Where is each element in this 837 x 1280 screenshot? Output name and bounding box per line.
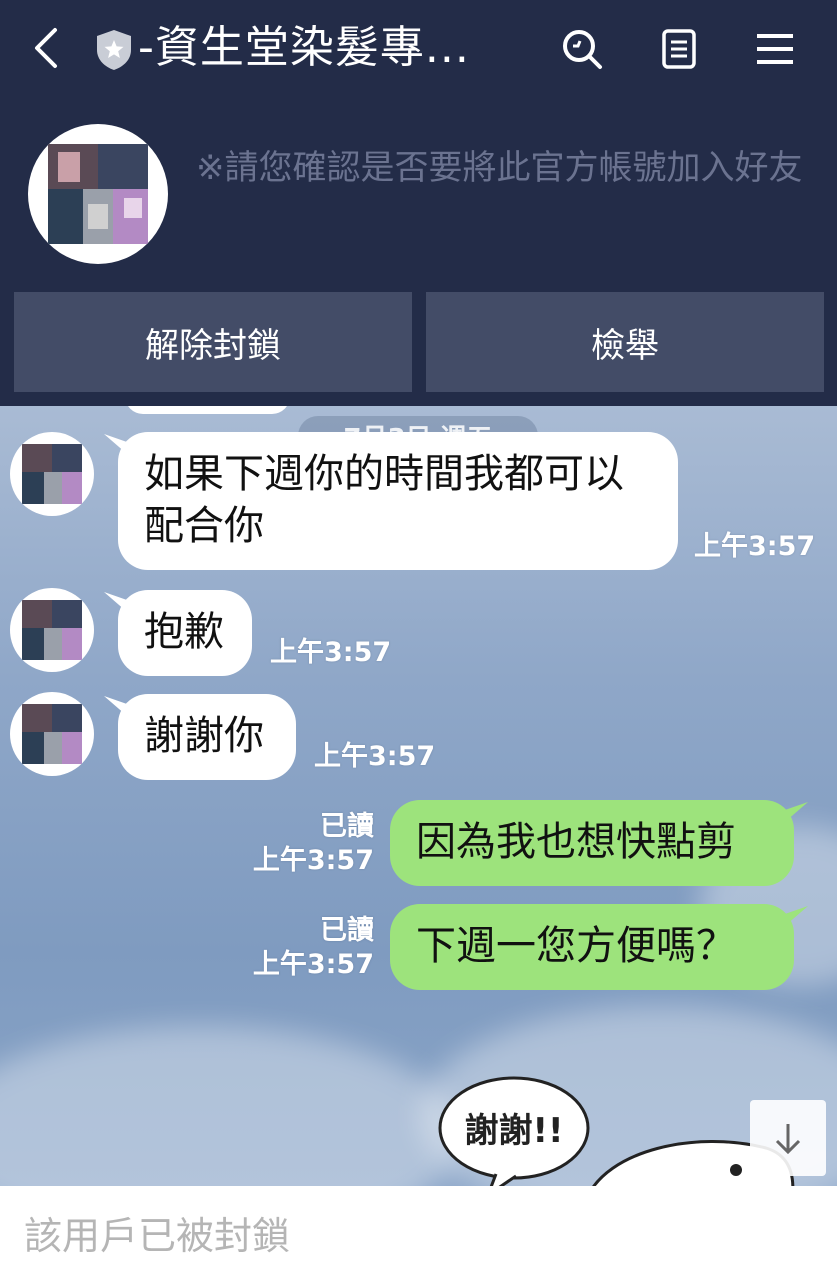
blocked-footer: 該用戶已被封鎖	[0, 1186, 837, 1280]
background-cloud	[0, 1026, 460, 1186]
unblock-button[interactable]: 解除封鎖	[14, 292, 412, 392]
message-text: 下週一您方便嗎？	[416, 923, 736, 969]
sender-avatar[interactable]	[10, 588, 94, 672]
incoming-message[interactable]: 如果下週你的時間我都可以配合你	[118, 432, 678, 570]
sender-avatar[interactable]	[10, 692, 94, 776]
message-time: 上午3:57	[252, 845, 374, 876]
chat-header: -資生堂染髮專... ※請您確認是否要將此官方帳號加入好友 解除封鎖 檢舉	[0, 0, 837, 406]
search-button[interactable]	[555, 22, 609, 76]
message-text: 因為我也想快點剪	[416, 819, 736, 865]
report-button[interactable]: 檢舉	[426, 292, 824, 392]
outgoing-message[interactable]: 下週一您方便嗎？	[390, 904, 794, 990]
back-button[interactable]	[22, 22, 70, 74]
read-receipt: 已讀	[320, 915, 374, 946]
chat-area[interactable]: 7月3日 週五 如果下週你的時間我都可以配合你 上午3:57 抱歉 上午3:57	[0, 406, 837, 1186]
sticker-text: 謝謝!!	[464, 1111, 563, 1151]
blocked-status-text: 該用戶已被封鎖	[24, 1214, 291, 1258]
message-time: 上午3:57	[314, 741, 436, 772]
message-text: 抱歉	[144, 609, 224, 655]
add-friend-notice: ※請您確認是否要將此官方帳號加入好友	[196, 148, 803, 188]
notes-icon	[662, 29, 696, 69]
arrow-down-icon	[775, 1124, 801, 1155]
message-text: 如果下週你的時間我都可以配合你	[144, 451, 624, 549]
menu-button[interactable]	[748, 22, 802, 76]
search-icon	[563, 30, 602, 69]
chevron-left-icon	[35, 28, 57, 68]
incoming-message[interactable]: 抱歉	[118, 590, 252, 676]
outgoing-message[interactable]: 因為我也想快點剪	[390, 800, 794, 886]
thank-you-sticker[interactable]: 謝謝!!	[436, 1070, 796, 1186]
previous-message-bubble	[125, 406, 290, 414]
read-receipt: 已讀	[320, 811, 374, 842]
chat-title[interactable]: -資生堂染髮專...	[138, 20, 538, 76]
hamburger-menu-icon	[757, 34, 793, 64]
message-time: 上午3:57	[270, 637, 392, 668]
scroll-to-bottom-button[interactable]	[750, 1100, 826, 1176]
sender-avatar[interactable]	[10, 432, 94, 516]
message-time: 上午3:57	[694, 531, 816, 562]
profile-avatar[interactable]	[28, 124, 168, 264]
message-text: 謝謝你	[144, 713, 264, 759]
shield-star-icon	[94, 28, 134, 72]
message-time: 上午3:57	[252, 949, 374, 980]
notes-button[interactable]	[652, 22, 706, 76]
top-nav-bar: -資生堂染髮專...	[0, 0, 837, 98]
incoming-message[interactable]: 謝謝你	[118, 694, 296, 780]
